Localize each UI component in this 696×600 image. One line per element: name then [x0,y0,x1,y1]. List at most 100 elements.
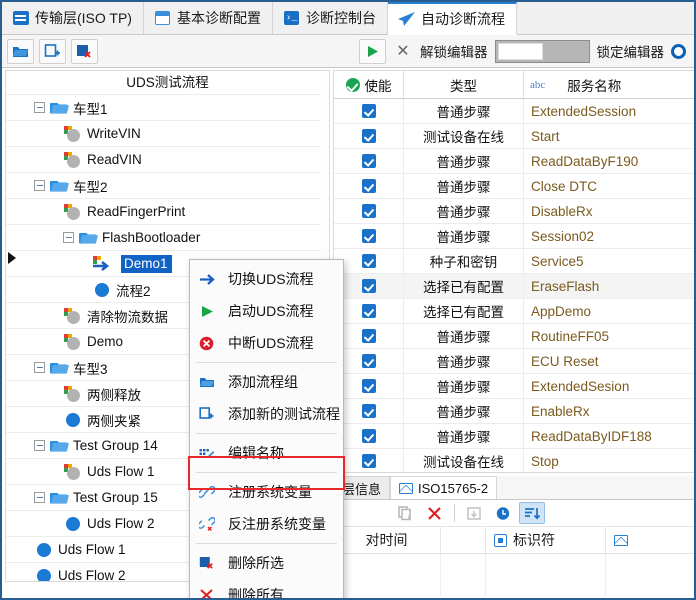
menu-item-delete-all[interactable]: 删除所有 [190,579,343,598]
tree-node-readvin[interactable]: ReadVIN [6,146,329,172]
cell-enable[interactable] [334,349,404,373]
bottom-tab-iso15765-2[interactable]: ISO15765-2 [390,476,498,499]
table-row[interactable]: 普通步骤 EnableRx [334,399,694,424]
cell-type[interactable]: 普通步骤 [404,199,524,223]
cell-enable[interactable] [334,324,404,348]
menu-item-edit-name[interactable]: 编辑名称 [190,437,343,469]
trace-column-blank[interactable] [441,527,486,553]
cell-type[interactable]: 普通步骤 [404,224,524,248]
cell-type[interactable]: 普通步骤 [404,374,524,398]
cell-enable[interactable] [334,99,404,123]
table-row[interactable]: 普通步骤 ReadDataByIDF188 [334,424,694,449]
panel-expand-arrow[interactable] [8,252,16,264]
enable-checkbox[interactable] [361,204,376,218]
lock-state-radio[interactable] [671,43,686,59]
trace-column-relative-time[interactable]: 对时间 [333,527,441,553]
column-header-service-name[interactable]: abc 服务名称 [524,71,694,98]
tree-node-车型1[interactable]: 车型1 [6,94,329,120]
enable-checkbox[interactable] [361,254,376,268]
cell-service-name[interactable]: ReadDataByF190 [524,149,694,173]
cell-type[interactable]: 选择已有配置 [404,274,524,298]
menu-item-red-stop[interactable]: 中断UDS流程 [190,327,343,359]
trace-column-message[interactable] [606,527,694,553]
enable-checkbox[interactable] [361,129,376,143]
menu-item-unlink[interactable]: 反注册系统变量 [190,508,343,540]
enable-checkbox[interactable] [361,454,376,468]
cell-type[interactable]: 普通步骤 [404,174,524,198]
enable-checkbox[interactable] [361,229,376,243]
tab-diagnostic-console[interactable]: ›_ 诊断控制台 [272,2,388,34]
sort-icon-button[interactable] [519,502,545,524]
table-row[interactable]: 测试设备在线 Start [334,124,694,149]
table-row[interactable]: 普通步骤 RoutineFF05 [334,324,694,349]
cell-service-name[interactable]: Start [524,124,694,148]
table-row[interactable]: 普通步骤 ReadDataByF190 [334,149,694,174]
collapse-icon[interactable] [34,492,45,503]
run-button[interactable] [359,38,386,64]
cell-service-name[interactable]: ECU Reset [524,349,694,373]
cell-service-name[interactable]: Stop [524,449,694,472]
table-row[interactable]: 普通步骤 Close DTC [334,174,694,199]
cell-enable[interactable] [334,424,404,448]
table-row[interactable]: 选择已有配置 AppDemo [334,299,694,324]
cell-enable[interactable] [334,449,404,472]
cell-enable[interactable] [334,124,404,148]
cell-enable[interactable] [334,299,404,323]
open-flow-button[interactable] [7,38,34,64]
cell-type[interactable]: 普通步骤 [404,399,524,423]
enable-checkbox[interactable] [361,354,376,368]
new-flow-button[interactable] [39,38,66,64]
table-row[interactable]: 普通步骤 ExtendedSesion [334,374,694,399]
table-row[interactable]: 普通步骤 Session02 [334,224,694,249]
enable-checkbox[interactable] [361,304,376,318]
cell-service-name[interactable]: EraseFlash [524,274,694,298]
delete-flow-button[interactable] [71,38,98,64]
table-row[interactable]: 选择已有配置 EraseFlash [334,274,694,299]
enable-checkbox[interactable] [361,429,376,443]
cell-service-name[interactable]: RoutineFF05 [524,324,694,348]
lock-editor-toggle[interactable] [494,39,590,63]
collapse-icon[interactable] [34,180,45,191]
trace-column-identifier[interactable]: 标识符 [486,527,606,553]
tree-node-flashbootloader[interactable]: FlashBootloader [6,224,329,250]
cell-service-name[interactable]: DisableRx [524,199,694,223]
cell-enable[interactable] [334,274,404,298]
cell-type[interactable]: 普通步骤 [404,349,524,373]
column-header-type[interactable]: 类型 [404,71,524,98]
stop-button[interactable]: ✕ [393,40,413,62]
cell-service-name[interactable]: Close DTC [524,174,694,198]
menu-item-blue-arrow[interactable]: 切换UDS流程 [190,263,343,295]
table-row[interactable]: 普通步骤 ECU Reset [334,349,694,374]
tab-basic-diagnostic-config[interactable]: 基本诊断配置 [143,2,273,34]
enable-checkbox[interactable] [361,154,376,168]
tab-auto-diagnostic-flow[interactable]: 自动诊断流程 [387,2,517,35]
table-row[interactable]: 种子和密钥 Service5 [334,249,694,274]
enable-checkbox[interactable] [361,404,376,418]
tree-node-readfingerprint[interactable]: ReadFingerPrint [6,198,329,224]
cell-service-name[interactable]: Session02 [524,224,694,248]
enable-checkbox[interactable] [361,329,376,343]
cell-type[interactable]: 测试设备在线 [404,449,524,472]
cell-service-name[interactable]: ReadDataByIDF188 [524,424,694,448]
copy-icon-button[interactable]: c [393,502,419,524]
cell-service-name[interactable]: EnableRx [524,399,694,423]
cell-enable[interactable] [334,399,404,423]
cell-type[interactable]: 种子和密钥 [404,249,524,273]
tree-node-writevin[interactable]: WriteVIN [6,120,329,146]
cell-type[interactable]: 普通步骤 [404,149,524,173]
enable-checkbox[interactable] [361,179,376,193]
collapse-icon[interactable] [63,232,74,243]
cell-service-name[interactable]: ExtendedSession [524,99,694,123]
cell-service-name[interactable]: AppDemo [524,299,694,323]
cell-type[interactable]: 普通步骤 [404,99,524,123]
cell-enable[interactable] [334,374,404,398]
cell-type[interactable]: 测试设备在线 [404,124,524,148]
clear-icon-button[interactable] [422,502,448,524]
enable-checkbox[interactable] [361,104,376,118]
enable-checkbox[interactable] [361,379,376,393]
cell-enable[interactable] [334,199,404,223]
menu-item-link[interactable]: 注册系统变量 [190,476,343,508]
table-row[interactable]: 普通步骤 DisableRx [334,199,694,224]
enable-checkbox[interactable] [361,279,376,293]
column-header-enable[interactable]: 使能 [334,71,404,98]
